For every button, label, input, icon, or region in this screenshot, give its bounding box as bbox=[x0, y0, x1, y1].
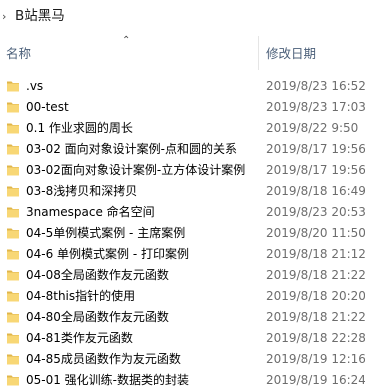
file-modified-date: 2019/8/19 12:16 bbox=[266, 352, 365, 366]
file-row[interactable]: 04-08全局函数作友元函数 2019/8/18 21:22 bbox=[0, 265, 365, 286]
file-row[interactable]: 3namespace 命名空间 2019/8/23 20:53 bbox=[0, 202, 365, 223]
file-name: 04-85成员函数作为友元函数 bbox=[26, 352, 181, 366]
file-row[interactable]: 04-80全局函数作友元函数 2019/8/18 21:22 bbox=[0, 307, 365, 328]
file-modified-date: 2019/8/17 19:56 bbox=[266, 163, 365, 177]
file-name: 03-02面向对象设计案例-立方体设计案例 bbox=[26, 163, 246, 177]
file-row[interactable]: 04-6 单例模式案例 - 打印案例 2019/8/18 21:12 bbox=[0, 244, 365, 265]
collapse-caret-icon[interactable]: › bbox=[2, 11, 6, 22]
file-row[interactable]: 04-85成员函数作为友元函数 2019/8/19 12:16 bbox=[0, 349, 365, 370]
file-row[interactable]: 04-8this指针的使用 2019/8/18 20:20 bbox=[0, 286, 365, 307]
file-row[interactable]: 04-5单例模式案例 - 主席案例 2019/8/20 11:50 bbox=[0, 223, 365, 244]
file-name: 3namespace 命名空间 bbox=[26, 205, 155, 219]
file-name: 04-6 单例模式案例 - 打印案例 bbox=[26, 247, 190, 261]
file-row[interactable]: 00-test 2019/8/23 17:03 bbox=[0, 97, 365, 118]
file-name: 04-80全局函数作友元函数 bbox=[26, 310, 169, 324]
file-row[interactable]: .vs 2019/8/23 16:52 bbox=[0, 76, 365, 97]
column-divider[interactable] bbox=[258, 36, 259, 70]
file-row[interactable]: 04-81类作友元函数 2019/8/18 22:28 bbox=[0, 328, 365, 349]
file-modified-date: 2019/8/18 21:12 bbox=[266, 247, 365, 261]
sort-ascending-icon: ⌃ bbox=[122, 35, 131, 46]
column-header-name[interactable]: 名称 bbox=[6, 46, 31, 62]
address-bar: › B站黑马 bbox=[0, 0, 365, 32]
file-name: 03-8浅拷贝和深拷贝 bbox=[26, 184, 138, 198]
column-header-row: ⌃ 名称 修改日期 bbox=[0, 32, 365, 72]
file-modified-date: 2019/8/19 16:24 bbox=[266, 373, 365, 387]
file-name: 05-01 强化训练-数据类的封装 bbox=[26, 373, 190, 387]
file-list: .vs 2019/8/23 16:52 00-test 2019/8/23 17:03… bbox=[0, 76, 365, 391]
file-name: 04-8this指针的使用 bbox=[26, 289, 136, 303]
file-name: 0.1 作业求圆的周长 bbox=[26, 121, 133, 135]
file-modified-date: 2019/8/23 20:53 bbox=[266, 205, 365, 219]
file-name: 04-5单例模式案例 - 主席案例 bbox=[26, 226, 186, 240]
file-row[interactable]: 03-02面向对象设计案例-立方体设计案例 2019/8/17 19:56 bbox=[0, 160, 365, 181]
file-name: 04-81类作友元函数 bbox=[26, 331, 133, 345]
file-modified-date: 2019/8/23 17:03 bbox=[266, 100, 365, 114]
file-modified-date: 2019/8/18 20:20 bbox=[266, 289, 365, 303]
file-row[interactable]: 0.1 作业求圆的周长 2019/8/22 9:50 bbox=[0, 118, 365, 139]
file-modified-date: 2019/8/18 21:22 bbox=[266, 268, 365, 282]
file-name: 04-08全局函数作友元函数 bbox=[26, 268, 169, 282]
file-modified-date: 2019/8/18 22:28 bbox=[266, 331, 365, 345]
file-row[interactable]: 05-01 强化训练-数据类的封装 2019/8/19 16:24 bbox=[0, 370, 365, 391]
file-modified-date: 2019/8/23 16:52 bbox=[266, 79, 365, 93]
file-row[interactable]: 03-8浅拷贝和深拷贝 2019/8/18 16:49 bbox=[0, 181, 365, 202]
file-name: 00-test bbox=[26, 100, 69, 114]
file-modified-date: 2019/8/18 21:22 bbox=[266, 310, 365, 324]
file-modified-date: 2019/8/17 19:56 bbox=[266, 142, 365, 156]
column-header-date[interactable]: 修改日期 bbox=[266, 46, 316, 62]
file-modified-date: 2019/8/18 16:49 bbox=[266, 184, 365, 198]
file-row[interactable]: 03-02 面向对象设计案例-点和圆的关系 2019/8/17 19:56 bbox=[0, 139, 365, 160]
file-modified-date: 2019/8/22 9:50 bbox=[266, 121, 359, 135]
file-modified-date: 2019/8/20 11:50 bbox=[266, 226, 365, 240]
file-name: 03-02 面向对象设计案例-点和圆的关系 bbox=[26, 142, 238, 156]
file-name: .vs bbox=[26, 79, 44, 93]
folder-path-title[interactable]: B站黑马 bbox=[15, 8, 65, 24]
